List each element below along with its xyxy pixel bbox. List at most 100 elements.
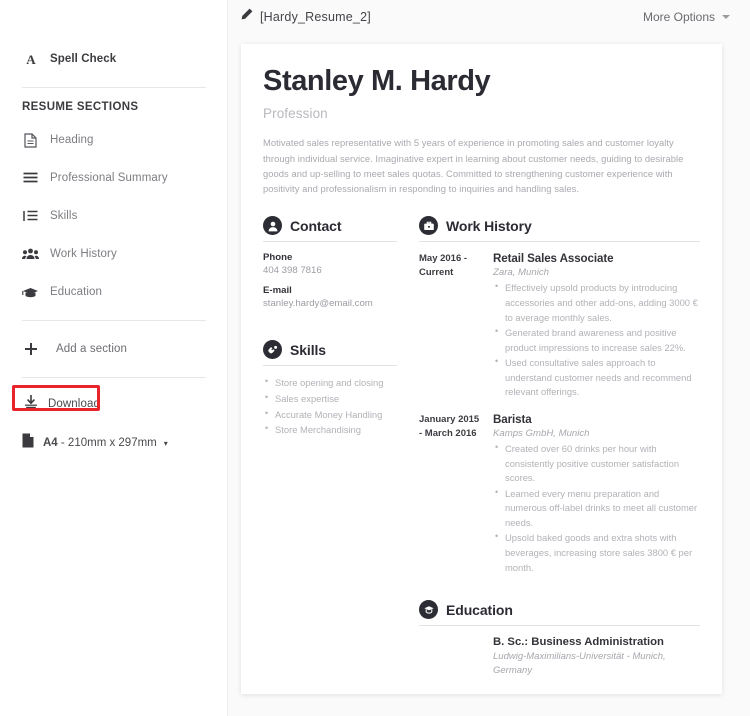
job-body: Retail Sales Associate Zara, Munich Effe… — [493, 252, 700, 401]
skills-section-title: Skills — [290, 341, 326, 358]
resume-full-name[interactable]: Stanley M. Hardy — [263, 66, 700, 97]
letter-a-icon: A — [22, 51, 39, 68]
sidebar: A Spell Check RESUME SECTIONS Heading Pr… — [0, 0, 228, 716]
sidebar-item-label: Heading — [50, 134, 94, 146]
skills-section-rule — [263, 365, 397, 367]
contact-section-rule — [263, 241, 397, 243]
sidebar-sections-title: RESUME SECTIONS — [22, 101, 139, 113]
add-section-label: Add a section — [56, 343, 127, 355]
sidebar-item-label: Work History — [50, 248, 117, 260]
paper-size-name: A4 — [43, 437, 58, 449]
sidebar-item-professional-summary[interactable]: Professional Summary — [0, 163, 228, 193]
work-history-section-rule — [419, 241, 700, 243]
person-circle-icon — [263, 216, 282, 236]
chevron-down-icon[interactable]: ▾ — [164, 439, 168, 448]
list-item: Created over 60 drinks per hour with con… — [493, 441, 700, 486]
job-bullets: Effectively upsold products by introduci… — [493, 280, 700, 400]
education-section-header: Education — [419, 600, 700, 620]
job-organization: Kamps GmbH, Munich — [493, 428, 590, 439]
skills-circle-icon — [263, 340, 282, 360]
sidebar-item-education[interactable]: Education — [0, 277, 228, 307]
email-label: E-mail — [263, 285, 292, 297]
resume-columns: Contact Phone 404 398 7816 E-mail stanle… — [263, 216, 700, 678]
svg-text:A: A — [26, 52, 36, 66]
list-item: Effectively upsold products by introduci… — [493, 280, 700, 325]
education-section-rule — [419, 625, 700, 627]
resume-right-column: Work History May 2016 - Current Retail S… — [419, 216, 700, 678]
sidebar-section-list: Heading Professional Summary Skills Work… — [0, 125, 228, 307]
skills-list: Store opening and closing Sales expertis… — [263, 375, 397, 438]
add-section-button[interactable]: Add a section — [0, 334, 228, 364]
work-history-section-header: Work History — [419, 216, 700, 236]
graduation-cap-icon — [22, 284, 39, 301]
topbar: [Hardy_Resume_2] More Options — [228, 0, 750, 34]
contact-section-header: Contact — [263, 216, 397, 236]
sidebar-divider-1 — [22, 87, 206, 88]
job-body: Barista Kamps GmbH, Munich Created over … — [493, 413, 700, 576]
work-history-entry[interactable]: January 2015 - March 2016 Barista Kamps … — [419, 413, 700, 576]
document-title-button[interactable]: [Hardy_Resume_2] — [240, 8, 371, 26]
email-value[interactable]: stanley.hardy@email.com — [263, 298, 397, 309]
work-history-section-title: Work History — [446, 217, 532, 234]
sidebar-item-label: Skills — [50, 210, 78, 222]
paper-size-label: A4 - 210mm x 297mm — [43, 437, 157, 449]
people-icon — [22, 246, 39, 263]
briefcase-circle-icon — [419, 216, 438, 236]
list-item[interactable]: Sales expertise — [263, 391, 397, 407]
list-item[interactable]: Store opening and closing — [263, 375, 397, 391]
resume-professional-summary[interactable]: Motivated sales representative with 5 ye… — [263, 135, 700, 196]
sidebar-item-work-history[interactable]: Work History — [0, 239, 228, 269]
page-icon — [22, 433, 34, 453]
resume-builder-app: A Spell Check RESUME SECTIONS Heading Pr… — [0, 0, 750, 716]
job-organization: Zara, Munich — [493, 267, 549, 279]
graduation-circle-icon — [419, 600, 438, 620]
resume-left-column: Contact Phone 404 398 7816 E-mail stanle… — [263, 216, 397, 678]
phone-label: Phone — [263, 252, 293, 264]
download-label: Download — [48, 398, 100, 410]
education-degree: B. Sc.: Business Administration — [493, 636, 664, 649]
phone-value[interactable]: 404 398 7816 — [263, 265, 397, 276]
education-school: Ludwig-Maximilians-Universität - Munich,… — [493, 651, 666, 677]
list-item: Generated brand awareness and positive p… — [493, 325, 700, 355]
job-title: Barista — [493, 413, 532, 426]
main-area: [Hardy_Resume_2] More Options Stanley M.… — [228, 0, 750, 716]
list-item: Used consultative sales approach to unde… — [493, 355, 700, 400]
paper-size-dims: - 210mm x 297mm — [57, 437, 157, 449]
contact-section-title: Contact — [290, 217, 342, 234]
list-item[interactable]: Accurate Money Handling — [263, 407, 397, 423]
list-item: Upsold baked goods and extra shots with … — [493, 530, 700, 575]
download-icon — [24, 394, 38, 414]
sidebar-item-label: Professional Summary — [50, 172, 168, 184]
education-section-title: Education — [446, 601, 513, 618]
job-dates: January 2015 - March 2016 — [419, 414, 480, 439]
download-button[interactable]: Download — [22, 391, 206, 417]
sidebar-item-skills[interactable]: Skills — [0, 201, 228, 231]
more-options-label: More Options — [642, 10, 715, 24]
sidebar-item-label: Education — [50, 286, 103, 298]
sidebar-divider-3 — [22, 377, 206, 378]
work-history-entry[interactable]: May 2016 - Current Retail Sales Associat… — [419, 252, 700, 401]
pencil-icon[interactable] — [240, 8, 253, 26]
more-options-button[interactable]: More Options — [643, 10, 730, 24]
document-title-text: [Hardy_Resume_2] — [260, 10, 371, 24]
list-item: Learned every menu preparation and numer… — [493, 486, 700, 531]
job-bullets: Created over 60 drinks per hour with con… — [493, 441, 700, 575]
lines-icon — [22, 170, 39, 187]
download-area: Download — [12, 385, 206, 417]
sidebar-item-heading[interactable]: Heading — [0, 125, 228, 155]
skills-section-header: Skills — [263, 340, 397, 360]
job-dates: May 2016 - Current — [419, 253, 468, 279]
resume-preview-page[interactable]: Stanley M. Hardy Profession Motivated sa… — [241, 44, 722, 694]
paper-size-selector[interactable]: A4 - 210mm x 297mm ▾ — [0, 433, 228, 453]
chevron-down-icon — [722, 15, 730, 19]
resume-profession[interactable]: Profession — [263, 106, 700, 121]
sidebar-item-spell-check[interactable]: A Spell Check — [0, 44, 228, 74]
education-entry[interactable]: B. Sc.: Business Administration Ludwig-M… — [419, 636, 700, 679]
sidebar-spell-check-label: Spell Check — [50, 53, 117, 65]
sidebar-divider-2 — [22, 320, 206, 321]
list-icon — [22, 208, 39, 225]
list-item[interactable]: Store Merchandising — [263, 422, 397, 438]
job-title: Retail Sales Associate — [493, 252, 614, 266]
